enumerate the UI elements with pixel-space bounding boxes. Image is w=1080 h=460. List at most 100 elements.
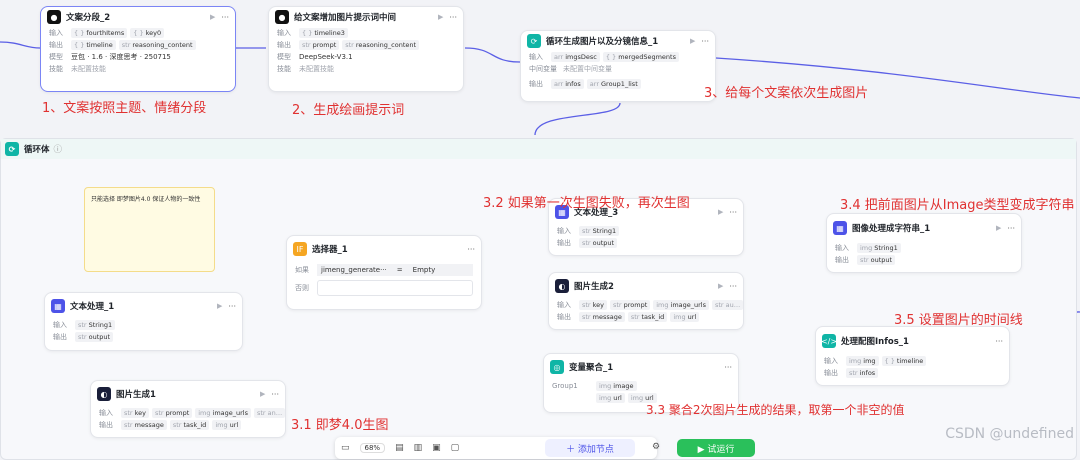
annotation-step-3-5: 3.5 设置图片的时间线 bbox=[894, 313, 1023, 328]
param-chip: str infos bbox=[846, 368, 879, 378]
note-text: 只能选择 即梦图片4.0 保证人物的一致性 bbox=[91, 196, 201, 203]
else-label: 否则 bbox=[295, 284, 309, 292]
param-chip: arr infos bbox=[551, 79, 584, 89]
node-title: 给文案增加图片提示词中间 bbox=[294, 13, 397, 23]
param-chip: str au… bbox=[712, 300, 743, 310]
condition-field[interactable]: jimeng_generate··· = Empty bbox=[317, 264, 473, 276]
text-process-icon: ▦ bbox=[51, 299, 65, 313]
skill-label: 技能 bbox=[277, 65, 291, 73]
param-chip: str String1 bbox=[75, 320, 116, 330]
run-icon[interactable]: ▶ bbox=[438, 13, 443, 21]
param-chip: { } timeline bbox=[71, 40, 116, 50]
model-value: 豆包 · 1.6 · 深度思考 · 250715 bbox=[71, 53, 171, 61]
node-title: 图片生成2 bbox=[574, 282, 614, 292]
node-selector[interactable]: IF 选择器_1 ··· 如果 jimeng_generate··· = Empty 否则 bbox=[286, 235, 482, 310]
group-label: Group1 bbox=[552, 382, 578, 390]
run-icon[interactable]: ▶ bbox=[996, 224, 1001, 232]
param-chip: str key bbox=[579, 300, 607, 310]
input-label: 输入 bbox=[835, 244, 849, 252]
more-icon[interactable]: ··· bbox=[1007, 224, 1015, 233]
output-label: 输出 bbox=[557, 313, 571, 321]
condition-left: jimeng_generate··· bbox=[321, 266, 387, 274]
output-label: 输出 bbox=[277, 41, 291, 49]
more-icon[interactable]: ··· bbox=[467, 245, 475, 254]
more-icon[interactable]: ··· bbox=[449, 13, 457, 22]
param-chip: img url bbox=[596, 393, 625, 403]
param-chip: img String1 bbox=[857, 243, 901, 253]
param-chip: str an… bbox=[254, 408, 285, 418]
node-image-to-string[interactable]: ▦ 图像处理成字符串_1 ▶ ··· 输入 img String1 输出 str output bbox=[826, 213, 1022, 273]
more-icon[interactable]: ··· bbox=[701, 37, 709, 46]
run-icon[interactable]: ▶ bbox=[260, 390, 265, 398]
model-label: 模型 bbox=[49, 53, 63, 61]
param-chip: img image bbox=[596, 381, 637, 391]
param-chip: str prompt bbox=[299, 40, 340, 50]
annotation-step-3: 3、给每个文案依次生成图片 bbox=[704, 86, 869, 101]
output-label: 输出 bbox=[557, 239, 571, 247]
param-chip: img image_urls bbox=[653, 300, 709, 310]
param-chip: str message bbox=[579, 312, 625, 322]
more-icon[interactable]: ··· bbox=[995, 337, 1003, 346]
param-chip: str output bbox=[75, 332, 114, 342]
param-chip: str reasoning_content bbox=[118, 40, 196, 50]
run-icon[interactable]: ▶ bbox=[718, 282, 723, 290]
param-chip: str task_id bbox=[169, 420, 210, 430]
node-loop-generate[interactable]: ⟳ 循环生成图片以及分镜信息_1 ▶ ··· 输入 arr imgsDesc{ } merg… bbox=[520, 30, 716, 102]
mid-var-value: 未配置中间变量 bbox=[563, 65, 612, 73]
param-chip: str reasoning_content bbox=[342, 40, 420, 50]
node-image-gen-1[interactable]: ◐ 图片生成1 ▶ ··· 输入 str key str prompt img image_url… bbox=[90, 380, 286, 438]
more-icon[interactable]: ··· bbox=[271, 390, 279, 399]
node-title: 选择器_1 bbox=[312, 245, 348, 255]
param-chip: arr imgsDesc bbox=[551, 52, 600, 62]
skill-value: 未配置技能 bbox=[71, 65, 106, 73]
debug-icon[interactable]: ⚙ bbox=[652, 442, 660, 452]
param-chip: img url bbox=[212, 420, 242, 430]
annotation-step-1: 1、文案按照主题、情绪分段 bbox=[42, 101, 207, 116]
node-text-process-1[interactable]: ▦ 文本处理_1 ▶ ··· 输入 str String1 输出 str output bbox=[44, 292, 243, 351]
param-chip: img img bbox=[846, 356, 879, 366]
input-label: 输入 bbox=[53, 321, 67, 329]
output-label: 输出 bbox=[49, 41, 63, 49]
run-icon[interactable]: ▶ bbox=[217, 302, 222, 310]
else-branch[interactable] bbox=[317, 280, 473, 296]
node-image-gen-2[interactable]: ◐ 图片生成2 ▶ ··· 输入 str key str prompt img image_url… bbox=[548, 272, 744, 330]
annotation-step-3-3: 3.3 聚合2次图片生成的结果，取第一个非空的值 bbox=[646, 403, 905, 417]
add-node-button[interactable]: ＋ 添加节点 bbox=[545, 439, 635, 457]
more-icon[interactable]: ··· bbox=[221, 13, 229, 22]
loop-body-header: ⟳ 循环体 ⓘ bbox=[1, 139, 1076, 159]
more-icon[interactable]: ··· bbox=[729, 282, 737, 291]
node-process-infos[interactable]: </> 处理配图Infos_1 ··· 输入 img img{ } timeline 输出… bbox=[815, 326, 1010, 386]
llm-icon: ● bbox=[47, 10, 61, 24]
try-run-button[interactable]: ▶ 试运行 bbox=[677, 439, 755, 457]
param-chip: str output bbox=[857, 255, 896, 265]
condition-icon: IF bbox=[293, 242, 307, 256]
param-chip: img url bbox=[670, 312, 700, 322]
node-title: 文本处理_1 bbox=[70, 302, 115, 312]
param-chip: str output bbox=[579, 238, 618, 248]
if-label: 如果 bbox=[295, 266, 309, 274]
input-label: 输入 bbox=[557, 227, 571, 235]
code-icon: </> bbox=[821, 334, 837, 348]
annotation-step-3-2: 3.2 如果第一次生图失败，再次生图 bbox=[483, 196, 690, 211]
llm-icon: ● bbox=[275, 10, 289, 24]
input-label: 输入 bbox=[824, 357, 838, 365]
node-title: 处理配图Infos_1 bbox=[841, 337, 909, 347]
annotation-step-3-4: 3.4 把前面图片从Image类型变成字符串 bbox=[840, 198, 1075, 213]
param-chip: str prompt bbox=[152, 408, 193, 418]
node-add-prompt[interactable]: ● 给文案增加图片提示词中间 ▶ ··· 输入 { } timeline3 输出 str pr… bbox=[268, 6, 464, 92]
more-icon[interactable]: ··· bbox=[228, 302, 236, 311]
node-title: 变量聚合_1 bbox=[569, 363, 614, 373]
info-icon[interactable]: ⓘ bbox=[54, 143, 63, 155]
param-chip: img image_urls bbox=[195, 408, 251, 418]
node-text-segment[interactable]: ● 文案分段_2 ▶ ··· 输入 { } fourthItems{ } key0 输出 { … bbox=[40, 6, 236, 92]
run-icon[interactable]: ▶ bbox=[210, 13, 215, 21]
sticky-note[interactable]: 只能选择 即梦图片4.0 保证人物的一致性 bbox=[84, 187, 215, 272]
output-label: 输出 bbox=[99, 421, 113, 429]
more-icon[interactable]: ··· bbox=[729, 208, 737, 217]
node-title: 循环生成图片以及分镜信息_1 bbox=[546, 37, 659, 47]
run-icon[interactable]: ▶ bbox=[690, 37, 695, 45]
more-icon[interactable]: ··· bbox=[724, 363, 732, 372]
run-icon[interactable]: ▶ bbox=[718, 208, 723, 216]
image-gen-icon: ◐ bbox=[97, 387, 111, 401]
param-chip: str String1 bbox=[579, 226, 620, 236]
